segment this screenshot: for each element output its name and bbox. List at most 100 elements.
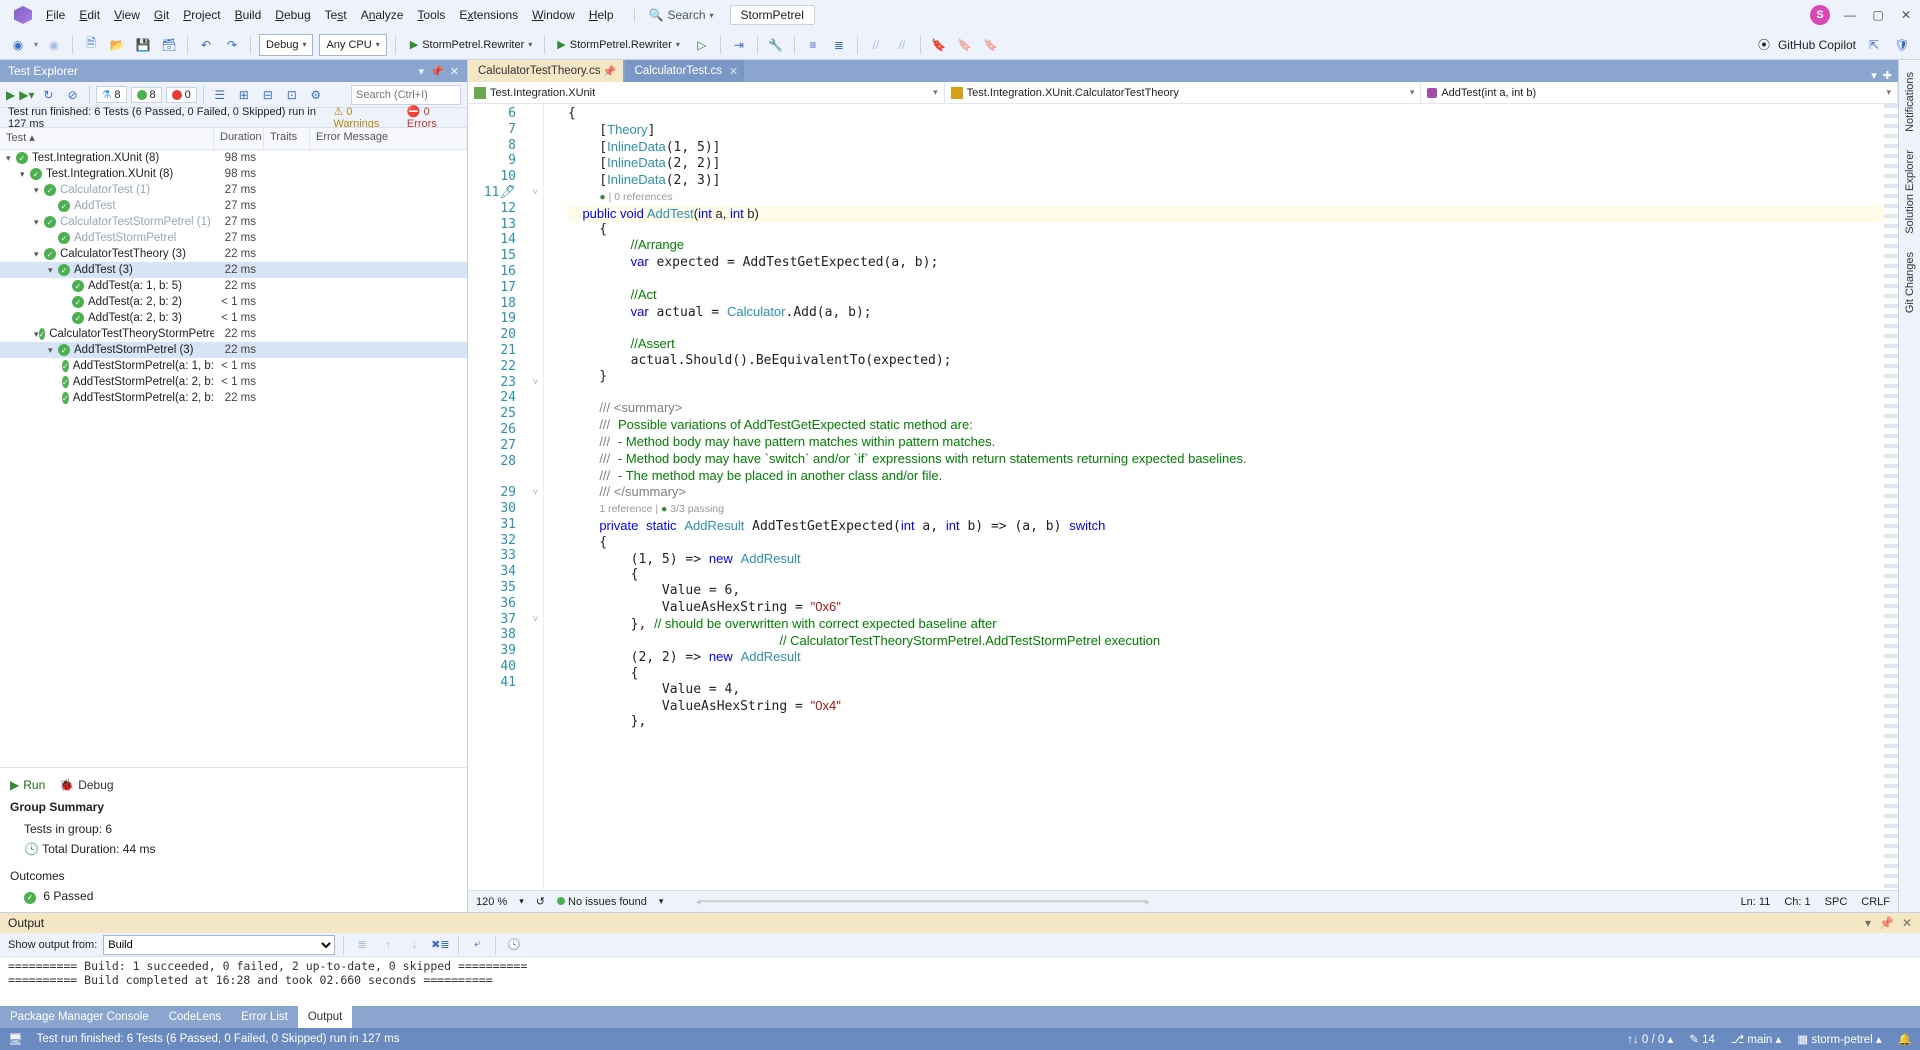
indent-icon[interactable]: ≣ xyxy=(829,35,849,55)
menu-view[interactable]: View xyxy=(114,8,140,22)
title-search[interactable]: 🔍 Search ▾ xyxy=(634,8,714,22)
startup-select[interactable]: ▶StormPetrel.Rewriter▾ xyxy=(404,34,539,56)
output-pin-icon[interactable]: 📌 xyxy=(1879,916,1894,930)
repo-indicator[interactable]: ▦ storm-petrel ▴ xyxy=(1797,1032,1881,1046)
run-all-icon[interactable]: ▶ xyxy=(6,88,15,102)
avatar[interactable]: S xyxy=(1810,5,1830,25)
test-tree-row[interactable]: ▾✓AddTestStormPetrel (3)22 ms xyxy=(0,342,467,358)
tab-pin-icon[interactable]: 📌 xyxy=(603,65,617,78)
test-fail-badge[interactable]: 0 xyxy=(166,87,197,103)
nav-method[interactable]: AddTest(int a, int b)▾ xyxy=(1421,82,1898,103)
save-all-icon[interactable]: 🗃 xyxy=(159,35,179,55)
start-debug-button[interactable]: ▶StormPetrel.Rewriter▾ xyxy=(551,34,686,56)
test-tree-row[interactable]: ▾✓Test.Integration.XUnit (8)98 ms xyxy=(0,150,467,166)
issues-text[interactable]: No issues found xyxy=(568,896,647,908)
config-select[interactable]: Debug▾ xyxy=(259,34,313,56)
bookmark-prev-icon[interactable]: 🔖 xyxy=(955,35,975,55)
notifications-icon[interactable]: 🔔 xyxy=(1898,1032,1912,1046)
test-search[interactable] xyxy=(351,85,461,105)
test-tree-row[interactable]: ▾✓CalculatorTest (1)27 ms xyxy=(0,182,467,198)
test-tree-row[interactable]: ✓AddTest(a: 2, b: 2)< 1 ms xyxy=(0,294,467,310)
tab-close-icon[interactable]: ✕ xyxy=(729,65,738,78)
pane-dropdown-icon[interactable]: ▾ xyxy=(419,65,425,78)
branch-indicator[interactable]: ⎇ main ▴ xyxy=(1731,1032,1781,1046)
test-tree-row[interactable]: ✓AddTestStormPetrel27 ms xyxy=(0,230,467,246)
tab-pmc[interactable]: Package Manager Console xyxy=(0,1006,159,1028)
zoom-level[interactable]: 120 % xyxy=(476,896,507,908)
menu-debug[interactable]: Debug xyxy=(275,8,310,22)
sync-status[interactable]: ↑↓ 0 / 0 ▴ xyxy=(1627,1032,1673,1046)
menu-test[interactable]: Test xyxy=(325,8,347,22)
bookmark-icon[interactable]: 🔖 xyxy=(929,35,949,55)
code-area[interactable]: 67891011🖊1213141516171819202122232425262… xyxy=(468,104,1898,890)
output-text[interactable]: ========== Build: 1 succeeded, 0 failed,… xyxy=(0,957,1920,1006)
align-icon[interactable]: ≡ xyxy=(803,35,823,55)
menu-file[interactable]: File xyxy=(46,8,65,22)
nav-back-icon[interactable]: ◉ xyxy=(8,35,28,55)
test-count-badge[interactable]: ⚗8 xyxy=(96,86,127,103)
test-pass-badge[interactable]: 8 xyxy=(131,87,162,103)
test-tree-row[interactable]: ▾✓AddTest (3)22 ms xyxy=(0,262,467,278)
share-icon[interactable]: ⇱ xyxy=(1864,35,1884,55)
filter-icon[interactable]: ☰ xyxy=(210,85,230,105)
run-icon[interactable]: ▶▾ xyxy=(19,88,34,102)
undo-icon[interactable]: ↶ xyxy=(196,35,216,55)
pane-pin-icon[interactable]: 📌 xyxy=(430,65,444,78)
col-traits[interactable]: Traits xyxy=(264,128,310,149)
test-tree-row[interactable]: ✓AddTestStormPetrel(a: 2, b: 3)22 ms xyxy=(0,390,467,406)
expand-icon[interactable]: ⊞ xyxy=(234,85,254,105)
run-failed-icon[interactable]: ⊘ xyxy=(63,85,83,105)
output-clear-icon[interactable]: ✖≣ xyxy=(430,935,450,955)
reset-zoom-icon[interactable]: ↺ xyxy=(536,895,545,908)
menu-edit[interactable]: Edit xyxy=(79,8,100,22)
uncomment-icon[interactable]: // xyxy=(892,35,912,55)
comment-icon[interactable]: // xyxy=(866,35,886,55)
tab-overflow-icon[interactable]: ▾ xyxy=(1871,69,1877,82)
tab-solution-explorer[interactable]: Solution Explorer xyxy=(1902,144,1918,240)
char-col[interactable]: Ch: 1 xyxy=(1784,896,1810,908)
copilot-icon[interactable]: ⦿ xyxy=(1758,36,1770,53)
admin-icon[interactable]: 🛡 xyxy=(1892,35,1912,55)
spaces-indicator[interactable]: SPC xyxy=(1825,896,1848,908)
output-wrap-icon[interactable]: ⤶ xyxy=(467,935,487,955)
test-tree-row[interactable]: ▾✓CalculatorTestStormPetrel (1)27 ms xyxy=(0,214,467,230)
test-tree[interactable]: ▾✓Test.Integration.XUnit (8)98 ms▾✓Test.… xyxy=(0,150,467,767)
menu-window[interactable]: Window xyxy=(532,8,575,22)
start-without-debug-icon[interactable]: ▷ xyxy=(692,35,712,55)
minimap[interactable] xyxy=(1884,104,1898,890)
run-button[interactable]: ▶Run xyxy=(10,778,45,792)
menu-tools[interactable]: Tools xyxy=(417,8,445,22)
test-tree-row[interactable]: ✓AddTestStormPetrel(a: 1, b: 5)< 1 ms xyxy=(0,358,467,374)
nav-class[interactable]: Test.Integration.XUnit.CalculatorTestThe… xyxy=(945,82,1422,103)
tab-errorlist[interactable]: Error List xyxy=(231,1006,298,1028)
output-prev-icon[interactable]: ↑ xyxy=(378,935,398,955)
tree-icon[interactable]: ⊡ xyxy=(282,85,302,105)
test-tree-row[interactable]: ▾✓CalculatorTestTheoryStormPetrel (3)22 … xyxy=(0,326,467,342)
col-error[interactable]: Error Message xyxy=(310,128,467,149)
test-tree-row[interactable]: ✓AddTest(a: 2, b: 3)< 1 ms xyxy=(0,310,467,326)
output-next-icon[interactable]: ↓ xyxy=(404,935,424,955)
menu-build[interactable]: Build xyxy=(235,8,262,22)
bookmark-next-icon[interactable]: 🔖 xyxy=(981,35,1001,55)
menu-git[interactable]: Git xyxy=(154,8,169,22)
col-test[interactable]: Test ▴ xyxy=(0,128,214,149)
menu-extensions[interactable]: Extensions xyxy=(459,8,518,22)
collapse-icon[interactable]: ⊟ xyxy=(258,85,278,105)
tab-calculatortest[interactable]: CalculatorTest.cs✕ xyxy=(625,60,745,82)
output-goto-icon[interactable]: ≣ xyxy=(352,935,372,955)
lineend-indicator[interactable]: CRLF xyxy=(1861,896,1890,908)
step-icon[interactable]: ⇥ xyxy=(729,35,749,55)
test-tree-row[interactable]: ▾✓CalculatorTestTheory (3)22 ms xyxy=(0,246,467,262)
test-search-input[interactable] xyxy=(351,85,461,105)
tab-add-icon[interactable]: ✚ xyxy=(1883,69,1892,82)
tab-notifications[interactable]: Notifications xyxy=(1902,66,1918,138)
debug-button[interactable]: 🐞Debug xyxy=(59,778,113,792)
test-tree-row[interactable]: ▾✓Test.Integration.XUnit (8)98 ms xyxy=(0,166,467,182)
output-close-icon[interactable]: ✕ xyxy=(1902,916,1912,930)
maximize-icon[interactable]: ▢ xyxy=(1870,7,1886,23)
close-icon[interactable]: ✕ xyxy=(1898,7,1914,23)
tab-output[interactable]: Output xyxy=(298,1006,353,1028)
code-text[interactable]: { [Theory] [InlineData(1, 5)] [InlineDat… xyxy=(544,104,1884,890)
output-source-select[interactable]: Build xyxy=(103,935,335,955)
pending-changes[interactable]: ✎ 14 xyxy=(1689,1032,1715,1046)
